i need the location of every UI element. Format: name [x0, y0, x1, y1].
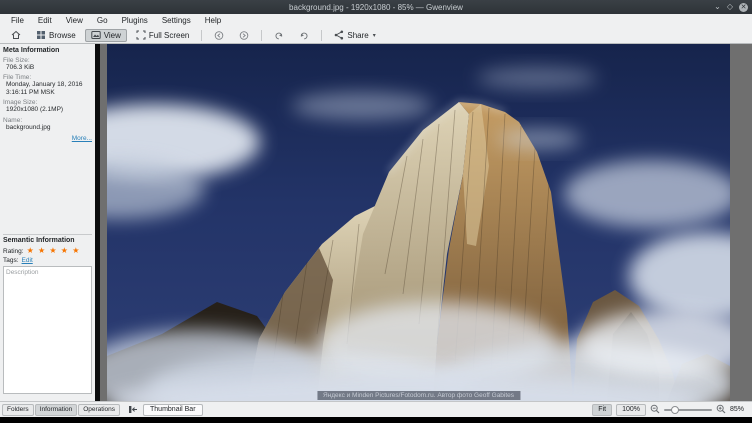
rating-label: Rating:: [3, 248, 24, 255]
tags-label: Tags:: [3, 257, 19, 264]
semantic-information-section: Semantic Information Rating: ★ ★ ★ ★ ★ T…: [3, 234, 92, 399]
rotate-left-icon: [274, 30, 284, 40]
description-input[interactable]: [3, 266, 92, 394]
collapse-sidebar-button[interactable]: [127, 404, 139, 416]
toolbar: Browse View Full Screen: [0, 27, 752, 44]
home-button[interactable]: [5, 29, 27, 42]
window-controls: ⌄ ◇ ✕: [714, 0, 748, 14]
zoom-100-button[interactable]: 100%: [616, 404, 646, 416]
rotate-right-button[interactable]: [293, 29, 315, 42]
previous-icon: [214, 30, 224, 40]
more-link[interactable]: More...: [3, 135, 92, 142]
image-size-field: Image Size: 1920x1080 (2.1MP): [3, 99, 92, 114]
information-sidebar: Meta Information File Size: 706.3 KiB Fi…: [0, 44, 95, 401]
tab-folders[interactable]: Folders: [2, 404, 34, 416]
name-label: Name:: [3, 117, 92, 124]
titlebar[interactable]: background.jpg - 1920x1080 - 85% — Gwenv…: [0, 0, 752, 14]
statusbar: Folders Information Operations Thumbnail…: [0, 401, 752, 417]
file-size-field: File Size: 706.3 KiB: [3, 57, 92, 72]
menubar: File Edit View Go Plugins Settings Help: [0, 14, 752, 27]
file-time-value: Monday, January 18, 2016 3:16:11 PM MSK: [3, 81, 92, 97]
zoom-percent-value: 85%: [730, 406, 744, 413]
minimize-icon[interactable]: ⌄: [714, 3, 721, 11]
view-label: View: [104, 31, 121, 40]
toolbar-separator: [201, 30, 202, 41]
fullscreen-icon: [136, 30, 146, 40]
app-window: background.jpg - 1920x1080 - 85% — Gwenv…: [0, 0, 752, 423]
file-time-label: File Time:: [3, 74, 92, 81]
zoom-slider-handle[interactable]: [671, 406, 679, 414]
close-icon[interactable]: ✕: [739, 3, 748, 12]
mountain-photo: [107, 44, 730, 401]
tab-information[interactable]: Information: [35, 404, 78, 416]
image-size-label: Image Size:: [3, 99, 92, 106]
collapse-sidebar-icon: [128, 405, 138, 414]
menu-view[interactable]: View: [59, 14, 90, 27]
fullscreen-button[interactable]: Full Screen: [130, 29, 195, 42]
previous-button[interactable]: [208, 29, 230, 42]
file-size-value: 706.3 KiB: [3, 64, 92, 72]
sidebar-tabs: Folders Information Operations: [0, 404, 120, 416]
browse-label: Browse: [49, 31, 76, 40]
photo-caption: Яндекс и Minden Pictures/Fotodom.ru. Авт…: [317, 391, 520, 400]
photo-background-jpg[interactable]: Яндекс и Minden Pictures/Fotodom.ru. Авт…: [107, 44, 730, 401]
fullscreen-label: Full Screen: [149, 31, 189, 40]
name-field: Name: background.jpg: [3, 117, 92, 132]
zoom-in-icon[interactable]: [716, 404, 726, 416]
toolbar-separator: [261, 30, 262, 41]
image-size-value: 1920x1080 (2.1MP): [3, 106, 92, 114]
menu-plugins[interactable]: Plugins: [115, 14, 155, 27]
menu-help[interactable]: Help: [198, 14, 228, 27]
home-icon: [11, 30, 21, 40]
name-value: background.jpg: [3, 124, 92, 132]
window-title: background.jpg - 1920x1080 - 85% — Gwenv…: [289, 3, 463, 12]
share-button[interactable]: Share ▾: [328, 29, 381, 42]
tags-edit-link[interactable]: Edit: [22, 257, 33, 264]
semantic-information-title: Semantic Information: [3, 237, 92, 244]
tab-operations[interactable]: Operations: [78, 404, 120, 416]
screen-bottom-edge: [0, 417, 752, 423]
menu-go[interactable]: Go: [90, 14, 115, 27]
view-button[interactable]: View: [85, 29, 127, 42]
maximize-icon[interactable]: ◇: [727, 3, 733, 11]
toolbar-separator: [321, 30, 322, 41]
rating-row: Rating: ★ ★ ★ ★ ★: [3, 247, 92, 255]
zoom-fit-button[interactable]: Fit: [592, 404, 612, 416]
browse-button[interactable]: Browse: [30, 29, 82, 42]
menu-file[interactable]: File: [4, 14, 31, 27]
menu-settings[interactable]: Settings: [155, 14, 198, 27]
menu-edit[interactable]: Edit: [31, 14, 59, 27]
rotate-right-icon: [299, 30, 309, 40]
zoom-out-icon[interactable]: [650, 404, 660, 416]
next-icon: [239, 30, 249, 40]
file-time-field: File Time: Monday, January 18, 2016 3:16…: [3, 74, 92, 97]
rotate-left-button[interactable]: [268, 29, 290, 42]
chevron-down-icon: ▾: [373, 32, 376, 39]
file-size-label: File Size:: [3, 57, 92, 64]
view-image-icon: [91, 30, 101, 40]
thumbnail-bar-toggle[interactable]: Thumbnail Bar: [143, 404, 203, 416]
meta-information-title: Meta Information: [3, 47, 92, 54]
zoom-controls: Fit 100% 85%: [592, 404, 752, 416]
tags-row: Tags: Edit: [3, 257, 92, 264]
share-icon: [334, 30, 344, 40]
rating-stars[interactable]: ★ ★ ★ ★ ★: [27, 247, 81, 255]
image-view-area[interactable]: Яндекс и Minden Pictures/Fotodom.ru. Авт…: [100, 44, 752, 401]
browse-grid-icon: [36, 30, 46, 40]
next-button[interactable]: [233, 29, 255, 42]
share-label: Share: [347, 31, 368, 40]
zoom-slider[interactable]: [664, 404, 712, 416]
